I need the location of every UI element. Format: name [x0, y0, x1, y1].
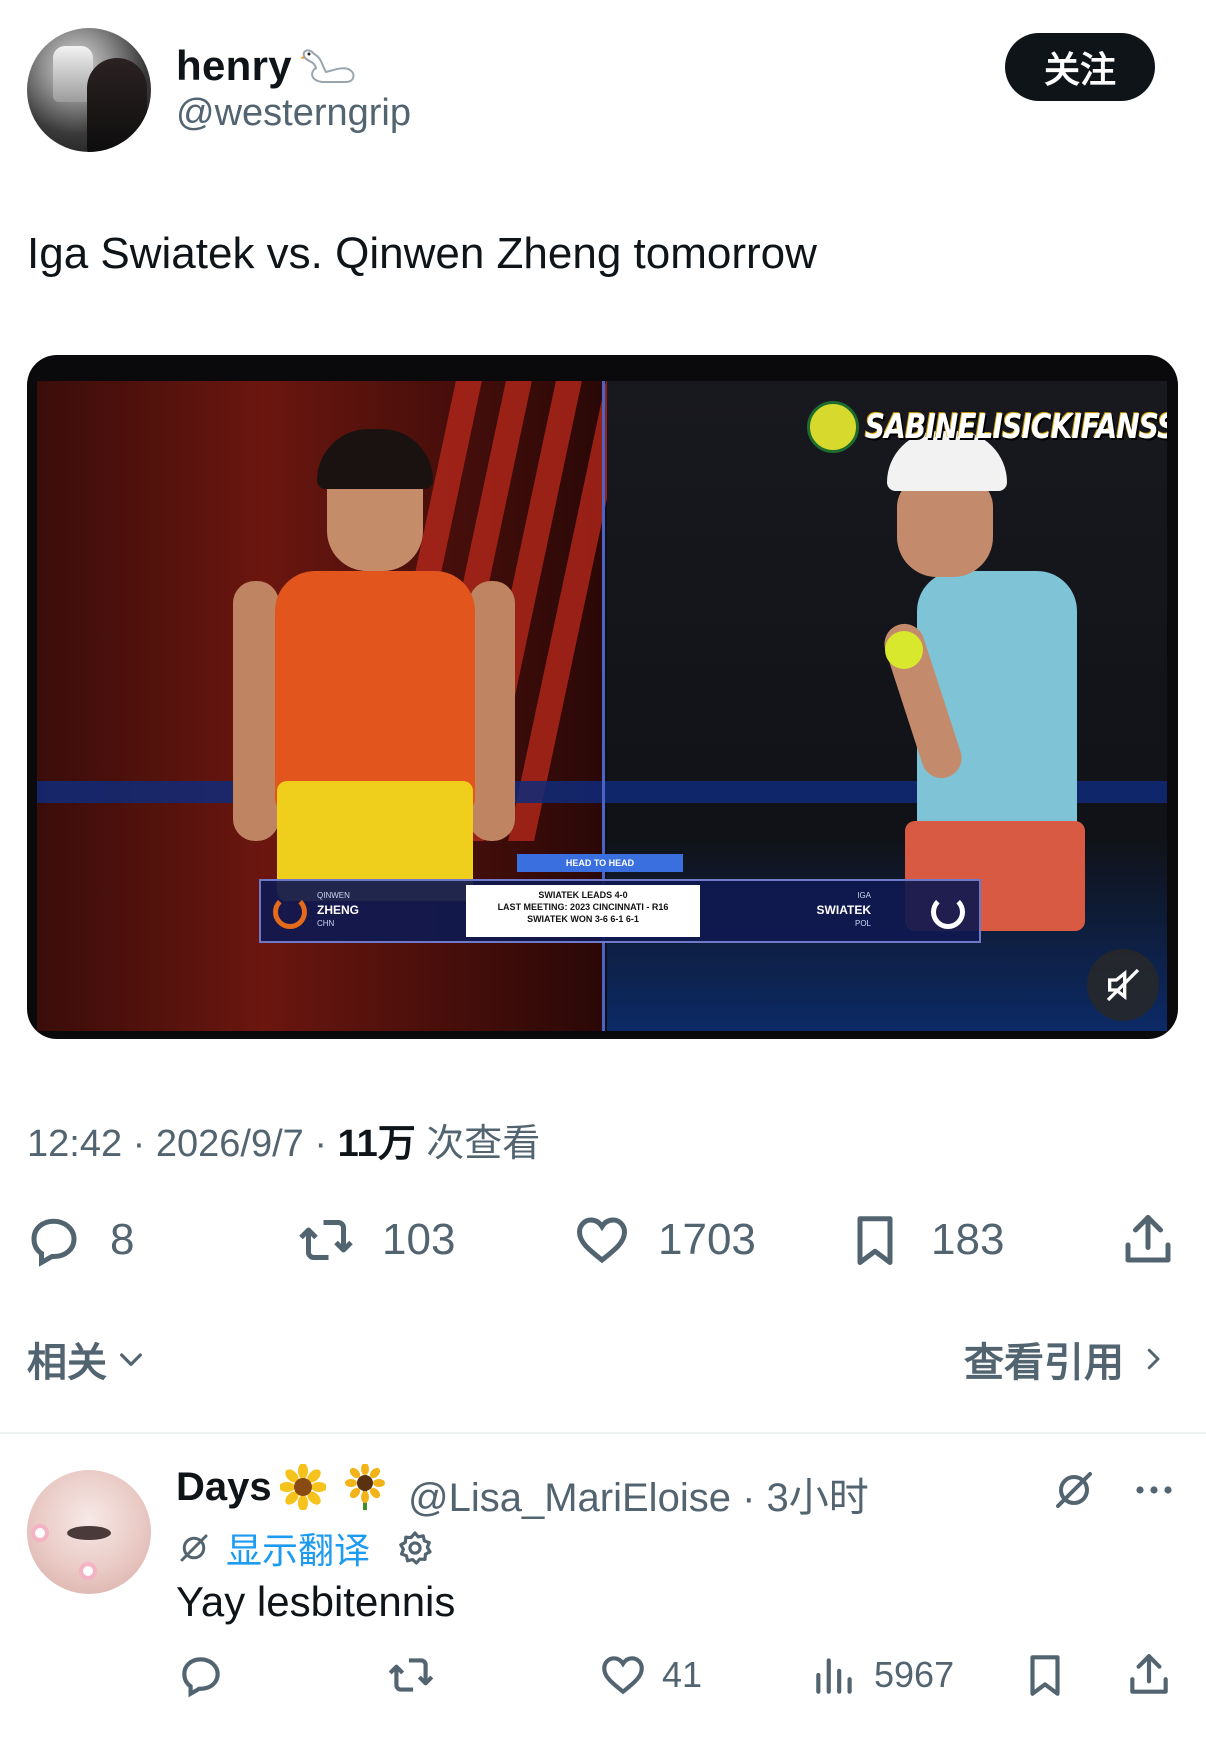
tweet-action-bar: 8 103 1703 183	[0, 1205, 1206, 1275]
channel-watermark: SABINELISICKIFANSSS	[807, 401, 1167, 453]
retweet-icon	[388, 1658, 434, 1692]
section-divider	[0, 1432, 1206, 1434]
like-count: 1703	[658, 1215, 756, 1264]
retweet-count: 103	[382, 1215, 456, 1264]
tweet-date[interactable]: 2026/9/7	[156, 1123, 304, 1165]
scoreboard-graphic: QINWEN ZHENG CHN SWIATEK LEADS 4-0 LAST …	[259, 879, 981, 943]
related-label: 相关	[27, 1341, 107, 1385]
follow-button[interactable]: 关注	[1005, 33, 1155, 101]
tournament-logo-icon	[273, 895, 307, 929]
reply-views-count: 5967	[874, 1654, 955, 1695]
reply-bookmark-button[interactable]	[1020, 1640, 1070, 1710]
flower-decoration	[31, 1524, 49, 1542]
reply-share-button[interactable]	[1124, 1640, 1174, 1710]
tweet-time[interactable]: 12:42	[27, 1123, 122, 1165]
player-left-top	[275, 571, 475, 811]
view-quotes-label: 查看引用	[964, 1341, 1124, 1385]
right-player-name: IGA SWIATEK POL	[816, 891, 871, 928]
heart-icon	[602, 1656, 644, 1695]
reply-icon	[31, 1218, 77, 1267]
related-toggle[interactable]: 相关	[27, 1330, 147, 1388]
reply-reply-button[interactable]	[176, 1640, 240, 1710]
views-label: 次查看	[415, 1123, 541, 1165]
reply-author-avatar[interactable]	[27, 1470, 151, 1594]
swan-emoji-icon	[300, 49, 355, 83]
reply-handle-time[interactable]: @Lisa_MariEloise · 3小时	[408, 1465, 869, 1523]
avatar-eye-shape	[67, 1526, 111, 1540]
tweet-header: henry @westerngrip 关注	[0, 0, 1206, 170]
grok-icon	[180, 1534, 208, 1562]
bookmark-icon	[857, 1216, 893, 1265]
tweet-text: Iga Swiatek vs. Qinwen Zheng tomorrow	[27, 229, 817, 278]
player-left-arm	[233, 581, 279, 841]
more-options-icon[interactable]	[1130, 1466, 1178, 1514]
sunflower-emoji-icon	[345, 1464, 385, 1510]
analytics-icon	[816, 1658, 852, 1694]
left-player-name: QINWEN ZHENG CHN	[317, 891, 359, 928]
author-display-name[interactable]: henry	[176, 42, 292, 90]
reply-button[interactable]: 8	[24, 1205, 134, 1275]
head-to-head-label: HEAD TO HEAD	[517, 854, 683, 872]
reply-icon	[182, 1657, 220, 1698]
share-icon	[1125, 1215, 1171, 1263]
reply-retweet-button[interactable]	[386, 1640, 450, 1710]
speaker-muted-icon[interactable]	[1087, 949, 1159, 1021]
flower-decoration	[79, 1562, 97, 1580]
tennis-ball-icon	[807, 401, 859, 453]
reply-author-name[interactable]: Days	[176, 1465, 272, 1510]
bookmark-button[interactable]: 183	[845, 1205, 1004, 1275]
views-count: 11万	[337, 1123, 416, 1165]
meta-separator: ·	[122, 1123, 156, 1165]
grok-icon[interactable]	[1050, 1466, 1098, 1514]
author-avatar[interactable]	[27, 28, 151, 152]
author-handle[interactable]: @westerngrip	[176, 92, 411, 135]
reply-action-bar: 41 5967	[0, 1640, 1206, 1710]
reply-like-button[interactable]: 41	[598, 1640, 702, 1710]
view-quotes-link[interactable]: 查看引用	[964, 1330, 1168, 1388]
meta-separator: ·	[303, 1123, 338, 1165]
chevron-right-icon	[1147, 1348, 1160, 1370]
head-to-head-summary: SWIATEK LEADS 4-0 LAST MEETING: 2023 CIN…	[466, 885, 700, 937]
bookmark-icon	[1030, 1655, 1060, 1696]
reply-views-button[interactable]: 5967	[810, 1640, 954, 1710]
sunflower-emoji-icon	[280, 1464, 326, 1510]
reply-count: 8	[110, 1215, 135, 1264]
player-left-arm	[469, 581, 515, 841]
reply-like-count: 41	[662, 1654, 703, 1695]
reply-text: Yay lesbitennis	[176, 1578, 456, 1625]
translate-row: 显示翻译	[176, 1522, 434, 1574]
gear-icon[interactable]	[396, 1529, 434, 1567]
watermark-text: SABINELISICKIFANSSS	[865, 407, 1167, 447]
share-button[interactable]	[1118, 1205, 1178, 1275]
chevron-down-icon	[120, 1353, 142, 1366]
heart-icon	[576, 1217, 628, 1264]
person-shape	[87, 58, 147, 152]
video-frame: SABINELISICKIFANSSS HEAD TO HEAD QINWEN …	[37, 381, 1167, 1031]
player-right-head	[897, 477, 993, 577]
retweet-icon	[299, 1220, 353, 1260]
tennis-ball	[885, 631, 923, 669]
show-translation-link[interactable]: 显示翻译	[226, 1522, 370, 1574]
retweet-button[interactable]: 103	[296, 1205, 455, 1275]
share-icon	[1130, 1654, 1168, 1694]
like-button[interactable]: 1703	[572, 1205, 756, 1275]
tweet-meta: 12:42 · 2026/9/7 · 11万 次查看	[27, 1112, 540, 1167]
tournament-logo-icon	[931, 895, 965, 929]
bookmark-count: 183	[931, 1215, 1005, 1264]
tweet-video[interactable]: SABINELISICKIFANSSS HEAD TO HEAD QINWEN …	[27, 355, 1178, 1039]
